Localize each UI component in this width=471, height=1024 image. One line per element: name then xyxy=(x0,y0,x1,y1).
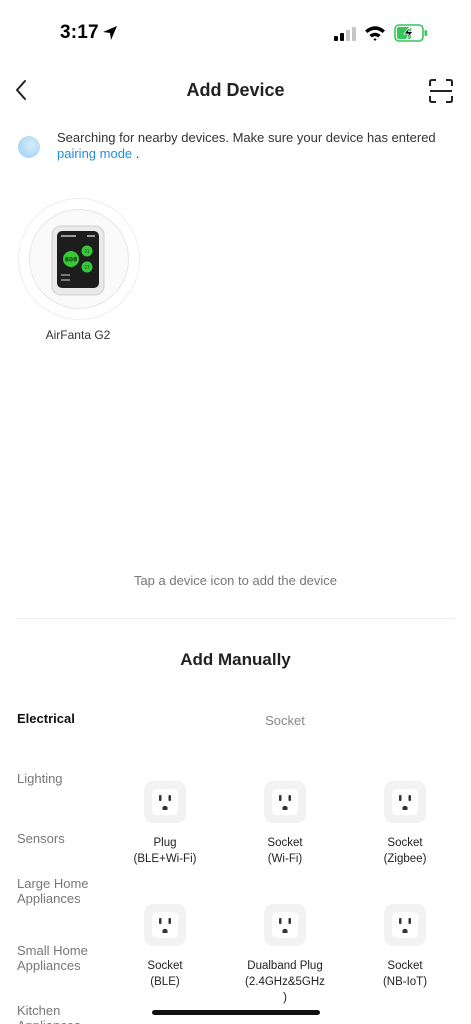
device-screen-value-3: 27 xyxy=(84,265,90,270)
device-tile-label: Socket (Wi-Fi) xyxy=(267,837,303,865)
device-name: AirFanta G2 xyxy=(45,328,111,342)
socket-icon xyxy=(264,904,306,946)
pairing-mode-link[interactable]: pairing mode xyxy=(57,146,132,161)
status-time: 3:17 xyxy=(60,22,99,43)
socket-icon xyxy=(384,904,426,946)
location-arrow-icon xyxy=(103,26,117,40)
add-manually-title: Add Manually xyxy=(180,650,291,669)
air-purifier-device-icon: 608 21 27 xyxy=(51,225,105,296)
scan-button[interactable] xyxy=(428,78,454,104)
home-indicator[interactable] xyxy=(152,1010,320,1015)
wifi-icon xyxy=(365,26,385,41)
device-tile-label: Socket (Zigbee) xyxy=(383,837,427,865)
category-small-home-appliances[interactable]: Small Home Appliances xyxy=(17,943,97,973)
category-electrical[interactable]: Electrical xyxy=(17,711,117,726)
battery-charging-icon xyxy=(394,24,427,42)
search-message: Searching for nearby devices. Make sure … xyxy=(57,130,457,162)
tap-hint: Tap a device icon to add the device xyxy=(133,573,338,588)
section-label-socket: Socket xyxy=(265,713,305,728)
scan-icon xyxy=(429,79,453,103)
divider xyxy=(17,618,454,619)
socket-icon xyxy=(144,904,186,946)
category-kitchen-appliances[interactable]: Kitchen Appliances xyxy=(17,1003,87,1024)
device-tile-label: Socket (BLE) xyxy=(147,960,183,988)
category-lighting[interactable]: Lighting xyxy=(17,771,117,786)
category-large-home-appliances[interactable]: Large Home Appliances xyxy=(17,876,95,906)
search-suffix: . xyxy=(132,146,140,161)
nav-bar: Add Device xyxy=(0,70,471,112)
device-screen-value-2: 21 xyxy=(84,249,90,254)
search-text: Searching for nearby devices. Make sure … xyxy=(57,130,436,145)
device-tile-label: Dualband Plug (2.4GHz&5GHz ) xyxy=(245,960,325,1004)
socket-icon xyxy=(144,781,186,823)
device-tile-label: Plug (BLE+Wi-Fi) xyxy=(133,837,197,865)
device-screen-value-1: 608 xyxy=(65,257,78,264)
cellular-signal-icon xyxy=(334,27,356,41)
socket-icon xyxy=(384,781,426,823)
page-title: Add Device xyxy=(186,80,285,100)
searching-indicator-icon xyxy=(18,136,40,158)
socket-icon xyxy=(264,781,306,823)
device-tile-label: Socket (NB-IoT) xyxy=(382,960,428,988)
status-bar: 3:17 xyxy=(0,0,471,64)
category-sensors[interactable]: Sensors xyxy=(17,831,117,846)
